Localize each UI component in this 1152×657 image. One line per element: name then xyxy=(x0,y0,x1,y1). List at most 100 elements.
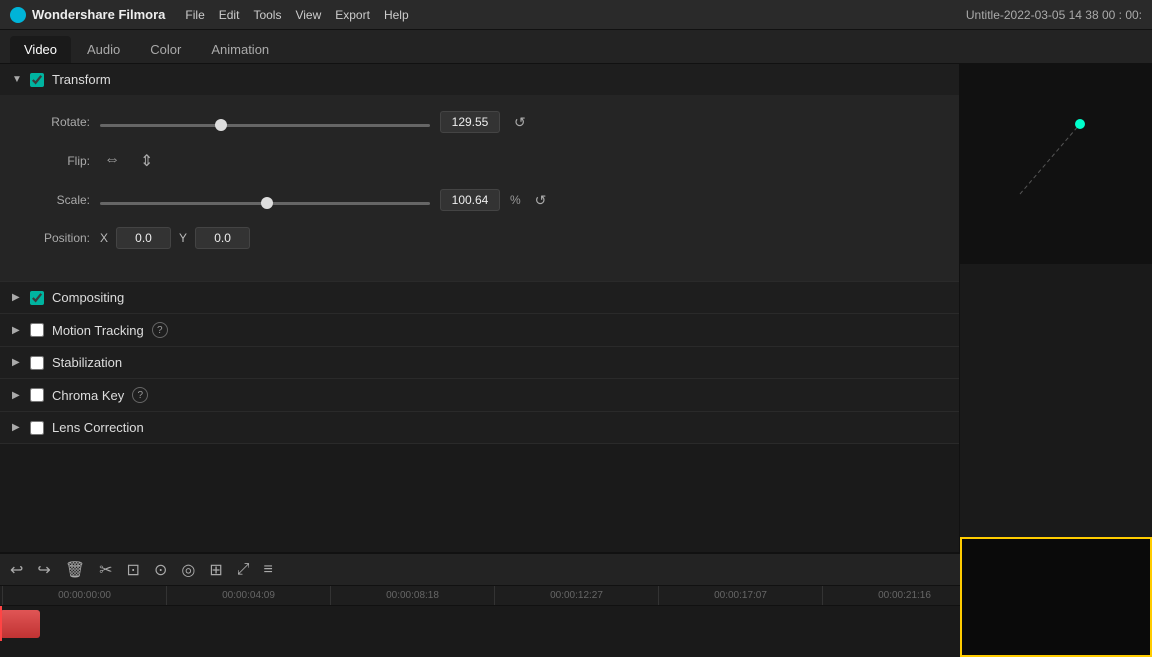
tab-color[interactable]: Color xyxy=(136,36,195,63)
transform-chevron: ▼ xyxy=(12,74,22,85)
scale-input[interactable]: 100.64 xyxy=(440,189,500,211)
transform-label: Transform xyxy=(52,72,111,87)
lens-correction-checkbox[interactable] xyxy=(30,421,44,435)
ruler-tick-0: 00:00:00:00 xyxy=(2,586,166,605)
rotate-label: Rotate: xyxy=(20,115,90,129)
motion-tracking-section: ▶ Motion Tracking ? xyxy=(0,314,959,347)
logo-icon xyxy=(10,7,26,23)
fullscreen-icon[interactable]: ⤢ xyxy=(237,561,250,579)
stabilization-section: ▶ Stabilization xyxy=(0,347,959,379)
scale-label: Scale: xyxy=(20,193,90,207)
scale-slider-container xyxy=(100,193,430,208)
chroma-key-chevron: ▶ xyxy=(12,390,22,401)
scale-unit: % xyxy=(510,193,521,207)
rotate-row: Rotate: 129.55 ↺ xyxy=(20,111,939,133)
motion-tracking-help-icon[interactable]: ? xyxy=(152,322,168,338)
chroma-key-checkbox[interactable] xyxy=(30,388,44,402)
rotate-input[interactable]: 129.55 xyxy=(440,111,500,133)
right-panel xyxy=(960,64,1152,657)
titlebar: Wondershare Filmora File Edit Tools View… xyxy=(0,0,1152,30)
audio-icon[interactable]: ≡ xyxy=(264,561,273,579)
transform-section: ▼ Transform Rotate: 129.55 ↺ xyxy=(0,64,959,282)
motion-tracking-label: Motion Tracking xyxy=(52,323,144,338)
app-logo: Wondershare Filmora xyxy=(10,7,165,23)
chroma-key-header[interactable]: ▶ Chroma Key ? xyxy=(0,379,959,411)
lens-correction-label: Lens Correction xyxy=(52,420,144,435)
menu-file[interactable]: File xyxy=(185,8,204,22)
redo-icon[interactable]: ↪ xyxy=(37,560,50,580)
menu-bar: File Edit Tools View Export Help xyxy=(185,8,408,22)
menu-help[interactable]: Help xyxy=(384,8,409,22)
window-title: Untitle-2022-03-05 14 38 00 : 00: xyxy=(966,8,1142,22)
scale-reset-button[interactable]: ↺ xyxy=(531,192,551,209)
compositing-header[interactable]: ▶ Compositing xyxy=(0,282,959,313)
app-brand: Wondershare Filmora xyxy=(32,7,165,22)
scale-slider[interactable] xyxy=(100,202,430,205)
yellow-highlight-box xyxy=(960,537,1152,657)
undo-icon[interactable]: ↩ xyxy=(10,560,23,580)
preview-area xyxy=(960,64,1152,264)
position-inputs: X Y xyxy=(100,227,250,249)
rotate-slider-container xyxy=(100,115,430,130)
flip-icons: ⇔ ⇕ xyxy=(100,149,157,173)
speed-icon[interactable]: ⊙ xyxy=(154,560,167,580)
transform-content: Rotate: 129.55 ↺ Flip: ⇔ ⇕ xyxy=(0,95,959,281)
split-icon[interactable]: ⊞ xyxy=(209,560,222,580)
crop-icon[interactable]: ⊡ xyxy=(127,560,140,580)
compositing-section: ▶ Compositing xyxy=(0,282,959,314)
motion-svg xyxy=(960,64,1152,264)
y-label: Y xyxy=(179,231,187,245)
main-layout: ▼ Transform Rotate: 129.55 ↺ xyxy=(0,64,1152,657)
compositing-label: Compositing xyxy=(52,290,124,305)
track-clip[interactable] xyxy=(0,610,40,638)
flip-label: Flip: xyxy=(20,154,90,168)
ruler-tick-1: 00:00:04:09 xyxy=(166,586,330,605)
compositing-checkbox[interactable] xyxy=(30,291,44,305)
properties-panel: ▼ Transform Rotate: 129.55 ↺ xyxy=(0,64,959,444)
scale-row: Scale: 100.64 % ↺ xyxy=(20,189,939,211)
ruler-tick-4: 00:00:17:07 xyxy=(658,586,822,605)
position-label: Position: xyxy=(20,231,90,245)
transform-header[interactable]: ▼ Transform xyxy=(0,64,959,95)
motion-tracking-header[interactable]: ▶ Motion Tracking ? xyxy=(0,314,959,346)
chroma-key-section: ▶ Chroma Key ? xyxy=(0,379,959,412)
flip-horizontal-icon[interactable]: ⇔ xyxy=(100,149,124,173)
left-panel: ▼ Transform Rotate: 129.55 ↺ xyxy=(0,64,960,657)
position-y-input[interactable] xyxy=(195,227,250,249)
menu-export[interactable]: Export xyxy=(335,8,370,22)
motion-tracking-chevron: ▶ xyxy=(12,325,22,336)
delete-icon[interactable]: 🗑 xyxy=(65,560,85,580)
position-x-input[interactable] xyxy=(116,227,171,249)
color-icon[interactable]: ◎ xyxy=(181,560,195,580)
motion-point xyxy=(1075,119,1085,129)
lens-correction-header[interactable]: ▶ Lens Correction xyxy=(0,412,959,443)
chroma-key-label: Chroma Key xyxy=(52,388,124,403)
stabilization-checkbox[interactable] xyxy=(30,356,44,370)
lens-correction-chevron: ▶ xyxy=(12,422,22,433)
rotate-reset-button[interactable]: ↺ xyxy=(510,114,530,131)
motion-tracking-checkbox[interactable] xyxy=(30,323,44,337)
compositing-chevron: ▶ xyxy=(12,292,22,303)
tab-video[interactable]: Video xyxy=(10,36,71,63)
flip-vertical-icon[interactable]: ⇕ xyxy=(136,149,157,173)
rotate-slider[interactable] xyxy=(100,124,430,127)
lens-correction-section: ▶ Lens Correction xyxy=(0,412,959,444)
position-row: Position: X Y xyxy=(20,227,939,249)
ruler-tick-2: 00:00:08:18 xyxy=(330,586,494,605)
menu-tools[interactable]: Tools xyxy=(253,8,281,22)
stabilization-chevron: ▶ xyxy=(12,357,22,368)
ruler-tick-3: 00:00:12:27 xyxy=(494,586,658,605)
chroma-key-help-icon[interactable]: ? xyxy=(132,387,148,403)
tab-audio[interactable]: Audio xyxy=(73,36,134,63)
flip-row: Flip: ⇔ ⇕ xyxy=(20,149,939,173)
menu-edit[interactable]: Edit xyxy=(219,8,240,22)
menu-view[interactable]: View xyxy=(295,8,321,22)
tab-animation[interactable]: Animation xyxy=(197,36,283,63)
stabilization-header[interactable]: ▶ Stabilization xyxy=(0,347,959,378)
tab-bar: Video Audio Color Animation xyxy=(0,30,1152,64)
playhead xyxy=(0,606,2,641)
cut-icon[interactable]: ✂ xyxy=(99,560,112,580)
transform-checkbox[interactable] xyxy=(30,73,44,87)
x-label: X xyxy=(100,231,108,245)
stabilization-label: Stabilization xyxy=(52,355,122,370)
